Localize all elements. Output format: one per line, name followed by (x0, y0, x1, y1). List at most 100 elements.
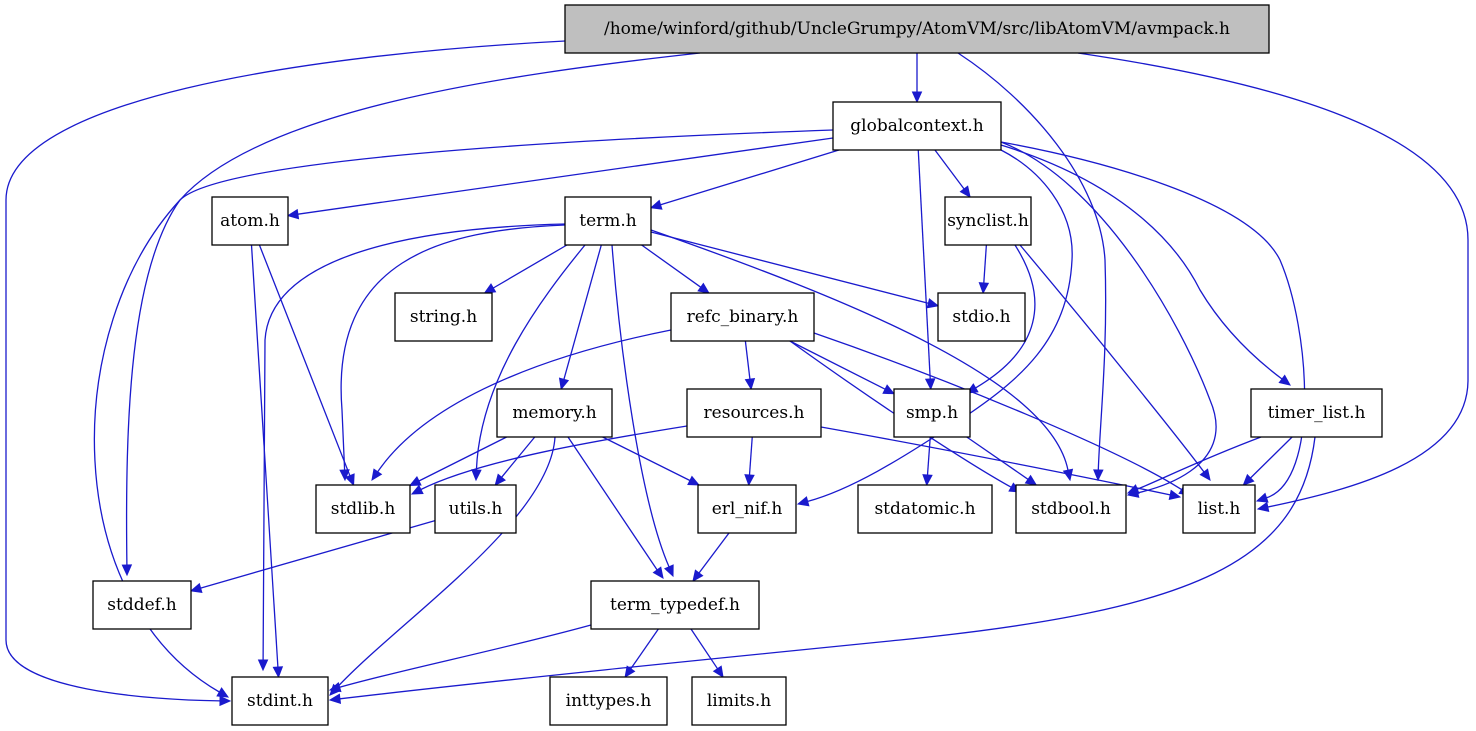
arrowhead-icon (1024, 474, 1038, 486)
node-stdint[interactable]: stdint.h (231, 676, 329, 726)
arrowhead-icon (687, 475, 700, 486)
arrowhead-icon (1199, 468, 1211, 481)
arrowhead-icon (286, 208, 300, 220)
arrowhead-icon (663, 564, 674, 578)
edge-line (983, 244, 988, 284)
node-stddef[interactable]: stddef.h (92, 580, 192, 630)
node-label: erl_nif.h (712, 499, 783, 519)
node-atom[interactable]: atom.h (211, 196, 289, 246)
edge-globalcontext-to-synclist (934, 149, 971, 198)
node-refc-binary[interactable]: refc_binary.h (670, 292, 815, 342)
edge-line (336, 436, 556, 689)
node-term[interactable]: term.h (564, 196, 652, 246)
node-label: utils.h (449, 499, 503, 519)
node-memory[interactable]: memory.h (496, 388, 613, 438)
edge-line (789, 340, 886, 390)
arrowhead-icon (219, 695, 232, 707)
arrowhead-icon (272, 666, 284, 679)
edge-refc_binary-to-smp (789, 340, 896, 395)
edge-synclist-to-list (1019, 244, 1211, 481)
arrowhead-icon (408, 476, 422, 486)
edge-term-to-memory (558, 244, 602, 391)
node-label: resources.h (704, 403, 805, 423)
node-smp[interactable]: smp.h (893, 388, 971, 438)
node-erl-nif[interactable]: erl_nif.h (697, 484, 797, 534)
edge-line (1250, 436, 1293, 479)
node-label: stdint.h (247, 691, 313, 711)
arrowhead-icon (796, 496, 810, 507)
edge-line (690, 628, 719, 670)
edge-globalcontext-to-list (1000, 141, 1306, 503)
edge-line (630, 628, 659, 670)
node-label: limits.h (707, 691, 771, 711)
node-label: atom.h (220, 211, 280, 231)
node-resources[interactable]: resources.h (686, 388, 822, 438)
edge-erl_nif-to-term_typedef (692, 532, 730, 582)
edge-line (934, 149, 965, 190)
arrowhead-icon (371, 468, 383, 482)
node-label: term_typedef.h (610, 595, 740, 615)
arrowhead-icon (924, 378, 936, 391)
edge-line (813, 332, 1182, 491)
edge-line (1000, 141, 1306, 499)
arrowhead-icon (216, 687, 230, 698)
edge-memory-to-utils (494, 436, 536, 486)
edge-refc_binary-to-resources (744, 340, 756, 391)
edge-timer_list-to-list (1242, 436, 1293, 486)
arrowhead-icon (911, 91, 923, 104)
node-label: inttypes.h (566, 691, 652, 711)
node-avmpack[interactable]: /home/winford/github/UncleGrumpy/AtomVM/… (564, 4, 1270, 54)
node-globalcontext[interactable]: globalcontext.h (832, 101, 1002, 151)
node-term-typedef[interactable]: term_typedef.h (590, 580, 760, 630)
node-synclist[interactable]: synclist.h (944, 196, 1032, 246)
node-stdbool[interactable]: stdbool.h (1015, 484, 1127, 534)
edge-term-to-stdbool (650, 229, 1074, 482)
arrowhead-icon (922, 474, 933, 487)
edge-globalcontext-to-timer_list (1000, 144, 1291, 386)
edge-line (641, 244, 702, 288)
edge-line (1137, 436, 1262, 490)
node-label: /home/winford/github/UncleGrumpy/AtomVM/… (604, 19, 1230, 39)
arrowhead-icon (978, 282, 990, 295)
edge-line (5, 40, 566, 702)
node-label: memory.h (512, 403, 596, 423)
edge-line (258, 244, 351, 476)
node-label: list.h (1198, 499, 1241, 519)
edge-globalcontext-to-atom (286, 137, 834, 220)
node-stdio[interactable]: stdio.h (937, 292, 1026, 342)
arrowhead-icon (926, 298, 940, 309)
edge-synclist-to-stdio (978, 244, 990, 295)
nodes-layer: /home/winford/github/UncleGrumpy/AtomVM/… (92, 4, 1383, 726)
node-utils[interactable]: utils.h (434, 484, 517, 534)
node-label: string.h (410, 307, 477, 327)
node-list[interactable]: list.h (1182, 484, 1256, 534)
edge-avmpack-to-stdint (5, 40, 566, 707)
arrowhead-icon (471, 469, 482, 482)
arrowhead-icon (744, 377, 756, 391)
arrowhead-icon (692, 569, 704, 582)
arrowhead-icon (494, 473, 506, 486)
edge-line (744, 340, 751, 380)
edge-line (418, 436, 507, 482)
arrowhead-icon (959, 185, 971, 198)
edge-term-to-string (483, 244, 568, 294)
arrowhead-icon (1256, 501, 1270, 513)
edge-refc_binary-to-list (813, 332, 1192, 496)
arrowhead-icon (1255, 492, 1269, 503)
node-timer-list[interactable]: timer_list.h (1250, 388, 1383, 438)
node-stdlib[interactable]: stdlib.h (315, 484, 411, 534)
node-label: refc_binary.h (687, 307, 799, 327)
arrowhead-icon (744, 474, 755, 487)
edge-globalcontext-to-term (649, 149, 840, 210)
edge-atom-to-stdlib (258, 244, 355, 487)
node-limits[interactable]: limits.h (691, 676, 787, 726)
node-inttypes[interactable]: inttypes.h (549, 676, 668, 726)
node-string[interactable]: string.h (394, 292, 493, 342)
edge-term-to-stdint (257, 223, 566, 672)
node-label: stdlib.h (331, 499, 396, 519)
arrowhead-icon (558, 377, 570, 391)
arrowhead-icon (1278, 374, 1291, 386)
arrowhead-icon (328, 682, 342, 693)
edge-line (611, 244, 670, 568)
node-stdatomic[interactable]: stdatomic.h (857, 484, 993, 534)
